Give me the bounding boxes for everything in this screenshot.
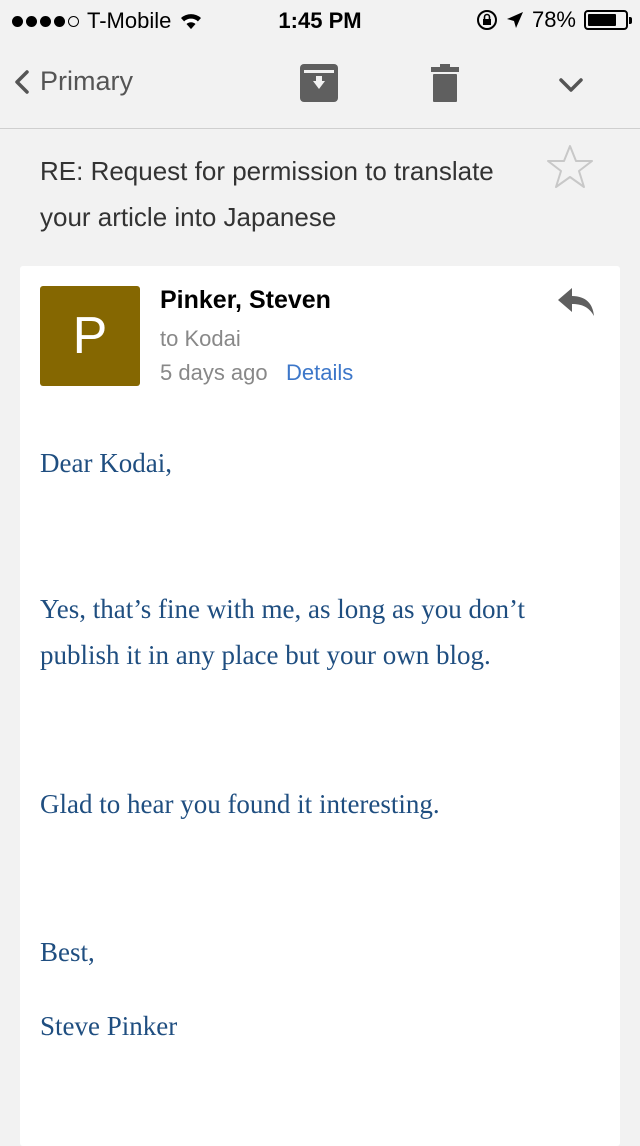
- sender-name[interactable]: Pinker, Steven: [160, 286, 331, 315]
- back-label: Primary: [40, 66, 133, 96]
- avatar-letter: P: [72, 307, 108, 365]
- star-icon[interactable]: [546, 144, 594, 190]
- back-button[interactable]: Primary: [14, 66, 133, 97]
- reply-icon[interactable]: [556, 284, 598, 320]
- avatar[interactable]: P: [40, 286, 140, 386]
- battery-percent: 78%: [531, 7, 576, 32]
- chevron-down-icon[interactable]: [558, 77, 584, 93]
- body-paragraph-1-line-1: Yes, that’s fine with me, as long as you…: [40, 594, 525, 624]
- recipient-line: to Kodai: [160, 326, 241, 351]
- email-subject: RE: Request for permission to translate …: [40, 156, 494, 232]
- trash-icon[interactable]: [431, 64, 459, 104]
- body-paragraph-2: Glad to hear you found it interesting.: [40, 789, 440, 819]
- message-card: P Pinker, Steven to Kodai 5 days ago Det…: [20, 266, 620, 1146]
- battery-icon: [584, 10, 632, 30]
- status-bar: T-Mobile 1:45 PM 78%: [0, 0, 640, 40]
- body-greeting: Dear Kodai,: [40, 448, 172, 478]
- chevron-left-icon: [15, 69, 29, 94]
- toolbar: Primary: [0, 40, 640, 129]
- message-date: 5 days ago: [160, 360, 268, 385]
- rotation-lock-icon: [476, 10, 497, 30]
- body-signature: Steve Pinker: [40, 1011, 178, 1041]
- body-paragraph-1-line-2: publish it in any place but your own blo…: [40, 640, 491, 670]
- archive-icon[interactable]: [300, 64, 338, 102]
- location-arrow-icon: [506, 12, 523, 28]
- status-right: 78%: [476, 7, 632, 33]
- details-link[interactable]: Details: [286, 360, 353, 386]
- body-closing: Best,: [40, 937, 95, 967]
- battery-level-fill: [588, 14, 617, 26]
